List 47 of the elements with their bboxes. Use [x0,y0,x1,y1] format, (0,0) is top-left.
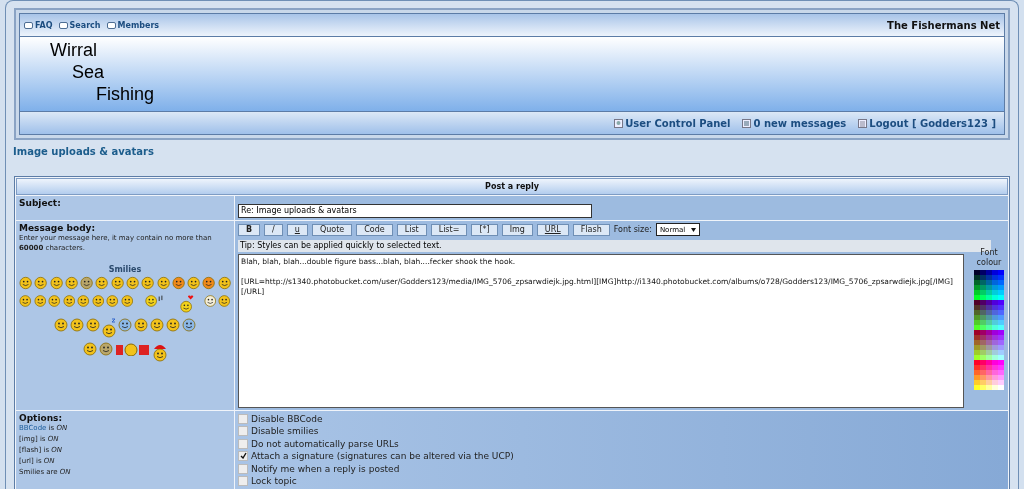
checkbox-label: Disable BBCode [251,412,323,425]
checkbox-label: Attach a signature (signatures can be altered via the UCP) [251,450,514,463]
grid-icon [858,118,868,128]
nav-link[interactable]: Members [106,20,160,30]
format-button[interactable]: [*] [471,223,498,236]
format-button[interactable]: List [396,223,427,236]
format-button[interactable]: / [264,223,283,236]
checkbox[interactable] [238,438,248,449]
format-button[interactable]: Flash [572,223,610,236]
format-button[interactable]: Code [356,223,393,236]
logo-text: Wirral [50,39,97,61]
checkbox[interactable] [238,463,248,474]
checkbox[interactable] [238,413,248,424]
nav-link[interactable]: FAQ [24,20,53,30]
checkbox[interactable] [238,426,248,437]
form-heading: Post a reply [16,178,1008,195]
logo-text: Sea [72,61,105,83]
checkbox-label: Notify me when a reply is posted [251,462,400,475]
checkbox[interactable] [238,476,248,487]
format-button[interactable]: Quote [311,223,353,236]
subject-field[interactable]: Re: Image uploads & avatars [238,203,592,218]
smilies-title: Smilies [107,264,143,274]
font-size-label: Font size: [613,225,652,234]
format-button[interactable]: URL [536,223,569,236]
font-colour-label: Font colour [975,247,1003,268]
logo-text: Fishing [96,83,155,105]
checkbox-label: Lock topic [251,475,297,488]
user-link[interactable]: 0 new messages [742,117,847,129]
format-button[interactable]: Img [501,223,533,236]
user-link[interactable]: User Control Panel [614,117,731,129]
message-icon [742,118,752,128]
caret-icon [691,227,697,232]
format-button[interactable]: List= [430,223,468,236]
options-label: Options: [19,412,64,423]
message-label: Message body: [19,222,97,233]
site-name: The Fishermans Net [887,19,1000,31]
checkbox[interactable] [238,451,248,462]
user-icon [614,118,624,128]
subject-label: Subject: [19,198,62,208]
topic-title[interactable]: Image uploads & avatars [13,146,1010,157]
nav-link[interactable]: Search [58,20,101,30]
checkbox-label: Disable smilies [251,425,319,438]
checkbox-label: Do not automatically parse URLs [251,437,399,450]
colour-palette[interactable] [974,269,1004,390]
format-button[interactable]: u [286,223,308,236]
format-button[interactable]: B [238,223,261,236]
user-link[interactable]: Logout [ Godders123 ] [858,117,996,129]
